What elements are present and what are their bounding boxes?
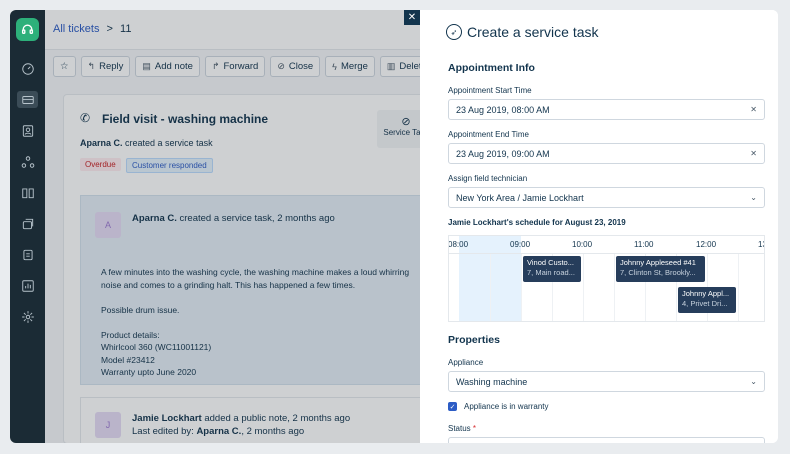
panel-title: ➶ Create a service task (446, 24, 599, 40)
close-panel-button[interactable]: ✕ (404, 10, 420, 25)
knowledge-base-icon[interactable] (19, 184, 36, 201)
grid-line (583, 254, 584, 321)
technician-label: Assign field technician (448, 174, 528, 183)
headset-logo-icon[interactable] (16, 18, 39, 41)
status-label-text: Status (448, 424, 471, 433)
left-nav (10, 10, 45, 443)
event-title: Johnny Appl... (682, 289, 730, 298)
appliance-label: Appliance (448, 358, 484, 367)
schedule-event[interactable]: Vinod Custo... 7, Main road... (523, 256, 581, 282)
event-title: Vinod Custo... (527, 258, 574, 267)
start-time-label: Appointment Start Time (448, 86, 532, 95)
clear-icon[interactable]: ✕ (750, 105, 757, 114)
schedule-header: 08:00 09:00 10:00 11:00 12:00 13 (448, 236, 764, 254)
grid-line (521, 254, 522, 321)
time-tick: 13 (758, 240, 764, 249)
end-time-field[interactable]: 23 Aug 2019, 09:00 AM ✕ (448, 143, 765, 164)
end-time-value: 23 Aug 2019, 09:00 AM (456, 148, 550, 159)
field-service-icon[interactable] (19, 246, 36, 263)
appliance-value: Washing machine (456, 376, 528, 387)
event-address: 7, Main road... (527, 268, 575, 277)
time-tick: 11:00 (634, 240, 654, 249)
dashboard-icon[interactable] (19, 60, 36, 77)
contacts-icon[interactable] (19, 122, 36, 139)
warranty-checkbox[interactable]: ✓ (448, 402, 457, 411)
reports-icon[interactable] (19, 215, 36, 232)
appointment-info-heading: Appointment Info (448, 62, 535, 74)
grid-line (738, 254, 739, 321)
check-icon: ✓ (449, 403, 456, 411)
event-address: 7, Clinton St, Brookly... (620, 268, 696, 277)
groups-icon[interactable] (19, 153, 36, 170)
settings-icon[interactable] (19, 308, 36, 325)
grid-line (490, 254, 491, 321)
required-marker: * (472, 424, 477, 433)
clear-icon[interactable]: ✕ (750, 149, 757, 158)
properties-heading: Properties (448, 334, 500, 346)
event-title: Johnny Appleseed #41 (620, 258, 696, 267)
schedule-event[interactable]: Johnny Appleseed #41 7, Clinton St, Broo… (616, 256, 705, 282)
event-address: 4, Privet Dri... (682, 299, 728, 308)
start-time-field[interactable]: 23 Aug 2019, 08:00 AM ✕ (448, 99, 765, 120)
technician-schedule[interactable]: 08:00 09:00 10:00 11:00 12:00 13 Vinod C… (448, 235, 765, 322)
panel-title-text: Create a service task (467, 24, 599, 40)
analytics-icon[interactable] (19, 277, 36, 294)
schedule-title: Jamie Lockhart's schedule for August 23,… (448, 218, 626, 227)
time-tick: 12:00 (696, 240, 717, 249)
tickets-icon[interactable] (17, 91, 38, 108)
chevron-down-icon: ⌄ (750, 377, 757, 386)
technician-select[interactable]: New York Area / Jamie Lockhart ⌄ (448, 187, 765, 208)
start-time-value: 23 Aug 2019, 08:00 AM (456, 104, 550, 115)
compass-icon: ➶ (446, 24, 462, 40)
status-label: Status * (448, 424, 476, 433)
schedule-event[interactable]: Johnny Appl... 4, Privet Dri... (678, 287, 736, 313)
warranty-label: Appliance is in warranty (464, 402, 549, 411)
status-select[interactable] (448, 437, 765, 443)
end-time-label: Appointment End Time (448, 130, 529, 139)
time-tick: 08:00 (448, 240, 469, 249)
service-task-panel: ➶ Create a service task Appointment Info… (420, 10, 778, 443)
app-window: All tickets > 11 ☆ ↰ Reply ▤ Add note ↱ For… (10, 10, 778, 443)
time-tick: 10:00 (572, 240, 593, 249)
chevron-down-icon: ⌄ (750, 193, 757, 202)
close-icon: ✕ (407, 12, 417, 23)
appliance-select[interactable]: Washing machine ⌄ (448, 371, 765, 392)
modal-backdrop (45, 10, 455, 443)
time-tick: 09:00 (510, 240, 531, 249)
grid-line (614, 254, 615, 321)
technician-value: New York Area / Jamie Lockhart (456, 192, 584, 203)
